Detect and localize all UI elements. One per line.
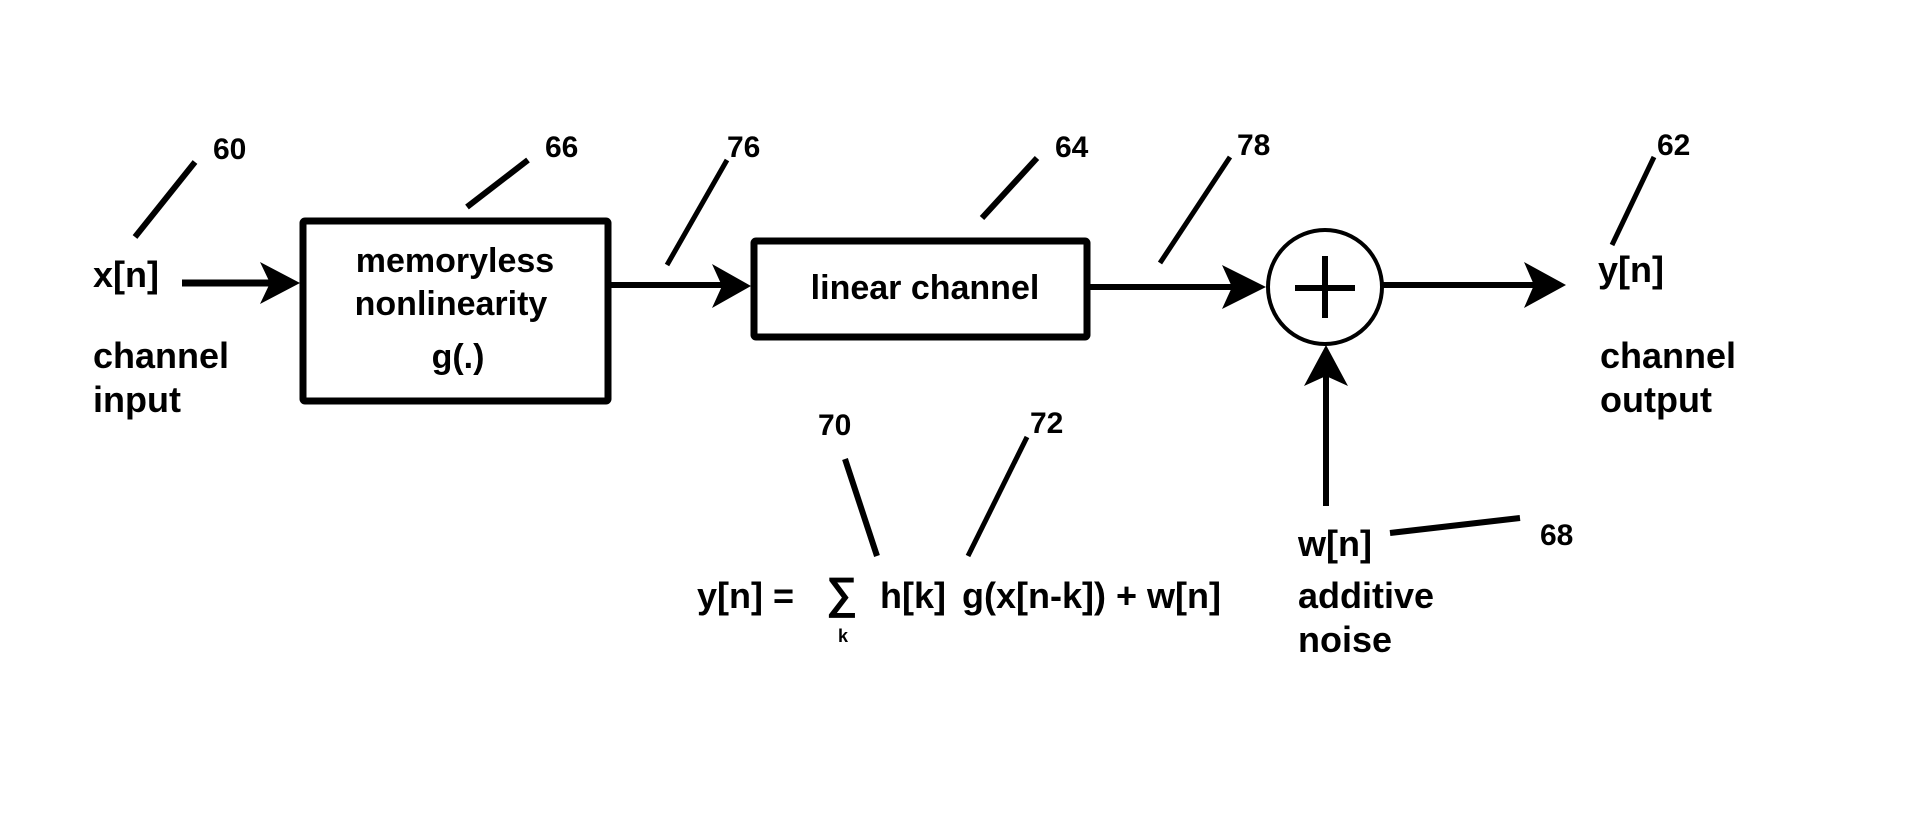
ref-label-76: 76: [727, 131, 760, 164]
noise-caption-line2: noise: [1298, 619, 1392, 660]
ref-label-66: 66: [545, 131, 578, 164]
ref-leader-78: [1157, 155, 1233, 265]
ref-label-72: 72: [1030, 407, 1063, 440]
output-caption-line2: output: [1600, 379, 1712, 420]
linear-channel-label: linear channel: [811, 269, 1040, 307]
ref-label-62: 62: [1657, 129, 1690, 162]
output-signal-label: y[n]: [1598, 249, 1664, 290]
noise-caption-line1: additive: [1298, 575, 1434, 616]
ref-leader-72: [965, 435, 1030, 558]
input-signal-label: x[n]: [93, 254, 159, 295]
summation-icon: ∑: [826, 569, 857, 618]
output-caption-line1: channel: [1600, 335, 1736, 376]
ref-leader-76: [664, 158, 730, 267]
ref-label-64: 64: [1055, 131, 1089, 164]
ref-label-78: 78: [1237, 129, 1270, 162]
ref-leader-66: [465, 157, 530, 210]
nonlinearity-label-line3: g(.): [432, 338, 485, 376]
edge-noise-to-summer: [1304, 345, 1348, 506]
diagram-canvas: x[n] channel input 60 memoryless nonline…: [93, 129, 1736, 660]
ref-label-60: 60: [213, 133, 246, 166]
ref-leader-60: [132, 160, 198, 239]
edge-nonlinearity-to-linear: [608, 264, 751, 308]
equation-sum-index: k: [838, 626, 849, 646]
edge-linear-to-summer: [1087, 265, 1266, 309]
input-caption-line1: channel: [93, 335, 229, 376]
input-caption-line2: input: [93, 379, 181, 420]
edge-input-to-nonlinearity: [182, 262, 300, 304]
nonlinearity-block: memoryless nonlinearity g(.): [299, 217, 612, 405]
ref-leader-62: [1609, 155, 1657, 247]
equation-lhs: y[n] =: [697, 575, 794, 616]
equation-term-h: h[k]: [880, 575, 946, 616]
noise-signal-label: w[n]: [1297, 523, 1372, 564]
nonlinearity-label-line1: memoryless: [356, 242, 554, 280]
summing-junction: [1266, 228, 1384, 346]
nonlinearity-label-line2: nonlinearity: [355, 285, 548, 323]
ref-label-68: 68: [1540, 519, 1573, 552]
edge-summer-to-output: [1382, 262, 1566, 308]
channel-equation: y[n] = ∑ k h[k] g(x[n-k]) + w[n]: [697, 569, 1221, 646]
ref-leader-68: [1389, 515, 1521, 536]
ref-leader-70: [842, 458, 880, 557]
ref-label-70: 70: [818, 409, 851, 442]
equation-term-g: g(x[n-k]) + w[n]: [962, 575, 1221, 616]
linear-channel-block: linear channel: [750, 237, 1091, 341]
ref-leader-64: [979, 155, 1040, 221]
